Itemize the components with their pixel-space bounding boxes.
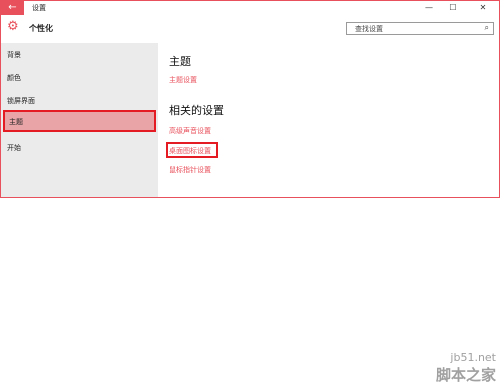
settings-window: ← 设置 — ☐ ✕ ⚙ 个性化 查找设置 ⌕ 背景 颜色 锁屏界面 主题 开始… xyxy=(0,0,500,198)
sidebar-item-label: 锁屏界面 xyxy=(7,97,35,105)
maximize-button[interactable]: ☐ xyxy=(443,1,463,15)
sidebar-item-themes[interactable]: 主题 xyxy=(3,110,156,132)
back-arrow-icon: ← xyxy=(8,2,17,13)
heading-theme: 主题 xyxy=(169,55,191,68)
section-title: 个性化 xyxy=(29,24,53,33)
watermark-name: 脚本之家 xyxy=(435,366,496,384)
search-placeholder: 查找设置 xyxy=(355,25,383,33)
settings-header: ⚙ 个性化 查找设置 ⌕ xyxy=(1,15,499,43)
search-icon: ⌕ xyxy=(484,23,489,32)
sidebar-item-lock-screen[interactable]: 锁屏界面 xyxy=(1,91,158,111)
sidebar: 背景 颜色 锁屏界面 主题 开始 xyxy=(1,43,158,197)
search-input[interactable]: 查找设置 ⌕ xyxy=(346,22,494,35)
sidebar-item-label: 主题 xyxy=(9,118,23,126)
mouse-pointer-settings-link[interactable]: 鼠标指针设置 xyxy=(169,165,211,175)
advanced-sound-settings-link[interactable]: 高级声音设置 xyxy=(169,126,211,136)
back-button[interactable]: ← xyxy=(1,1,24,15)
sidebar-item-label: 颜色 xyxy=(7,74,21,82)
title-bar: ← 设置 — ☐ ✕ xyxy=(1,1,499,15)
close-button[interactable]: ✕ xyxy=(473,1,493,15)
sidebar-item-start[interactable]: 开始 xyxy=(1,138,158,158)
theme-settings-link[interactable]: 主题设置 xyxy=(169,75,197,85)
window-title: 设置 xyxy=(32,4,46,12)
desktop-icon-settings-link[interactable]: 桌面图标设置 xyxy=(169,146,211,156)
watermark-domain: jb51.net xyxy=(450,351,496,364)
sidebar-item-label: 开始 xyxy=(7,144,21,152)
sidebar-item-background[interactable]: 背景 xyxy=(1,45,158,65)
sidebar-item-colors[interactable]: 颜色 xyxy=(1,68,158,88)
gear-icon: ⚙ xyxy=(7,19,19,34)
content-pane: 主题 主题设置 相关的设置 高级声音设置 桌面图标设置 鼠标指针设置 xyxy=(158,43,499,197)
heading-related-settings: 相关的设置 xyxy=(169,104,224,117)
minimize-button[interactable]: — xyxy=(419,1,439,15)
sidebar-item-label: 背景 xyxy=(7,51,21,59)
watermark: jb51.net 脚本之家 xyxy=(436,351,496,385)
